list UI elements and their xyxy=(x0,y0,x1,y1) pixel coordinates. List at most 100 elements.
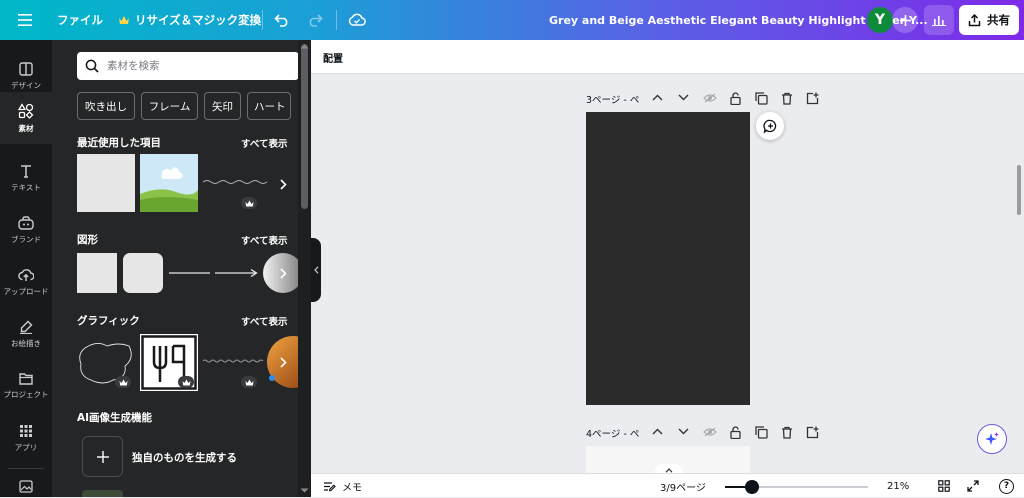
rail-label: デザイン xyxy=(11,80,41,90)
apps-icon xyxy=(19,424,33,438)
see-all-recent[interactable]: すべて表示 xyxy=(241,136,287,150)
help-button[interactable]: ? xyxy=(999,474,1014,498)
fullscreen-icon[interactable] xyxy=(967,474,979,498)
cloud-saved-icon[interactable] xyxy=(347,11,367,29)
grid-view-icon[interactable] xyxy=(938,474,950,498)
rail-label: テキスト xyxy=(11,182,41,192)
redo-icon[interactable] xyxy=(306,11,324,29)
share-upload-icon xyxy=(968,13,981,27)
rail-item-upload[interactable]: アップロード xyxy=(0,256,52,308)
search-box[interactable] xyxy=(77,52,299,80)
shape-line[interactable] xyxy=(169,271,210,275)
recent-item-square[interactable] xyxy=(77,154,135,212)
rail-label: アップロード xyxy=(3,286,49,296)
arrange-button[interactable]: 配置 xyxy=(323,50,343,65)
chip-frame[interactable]: フレーム xyxy=(141,92,198,120)
sparkle-icon xyxy=(984,431,1000,447)
file-menu-button[interactable]: ファイル xyxy=(57,0,103,40)
add-collaborator-button[interactable] xyxy=(892,7,918,33)
move-down-icon[interactable] xyxy=(678,94,689,101)
chip-arrow[interactable]: 矢印 xyxy=(204,92,241,120)
page-3-title[interactable]: 3ページ - ペ xyxy=(586,92,639,106)
shape-square[interactable] xyxy=(77,253,117,293)
help-icon: ? xyxy=(999,478,1014,494)
section-title-shapes: 図形 xyxy=(77,234,98,246)
avatar[interactable]: Y xyxy=(867,7,893,33)
page-4-title[interactable]: 4ページ - ペ xyxy=(586,426,639,440)
recent-next-button[interactable] xyxy=(272,164,294,204)
comment-plus-icon xyxy=(762,119,778,134)
rail-label: プロジェクト xyxy=(3,390,49,399)
rail-divider xyxy=(8,468,44,469)
premium-crown-icon xyxy=(115,376,131,388)
undo-icon[interactable] xyxy=(273,11,291,29)
bar-chart-icon xyxy=(932,14,946,26)
rail-item-elements[interactable]: 素材 xyxy=(0,92,52,144)
see-all-graphics[interactable]: すべて表示 xyxy=(241,314,287,328)
rail-item-apps[interactable]: アプリ xyxy=(0,412,52,464)
premium-crown-icon xyxy=(241,376,257,388)
resize-magic-label: リサイズ＆マジック変換 xyxy=(135,13,262,27)
chevron-up-icon xyxy=(665,467,673,473)
brand-icon xyxy=(18,215,34,230)
share-button[interactable]: 共有 xyxy=(959,5,1019,35)
search-input[interactable] xyxy=(107,60,287,72)
see-all-shapes[interactable]: すべて表示 xyxy=(241,233,287,247)
rail-label: アプリ xyxy=(14,442,38,452)
ai-generate-label[interactable]: 独自のものを生成する xyxy=(132,450,237,465)
panel-scrollbar-thumb[interactable] xyxy=(301,44,308,209)
notes-button[interactable]: メモ xyxy=(323,474,362,498)
divider xyxy=(336,10,337,30)
left-rail: デザイン 素材 テキスト ブランド アップロード お絵描き プロジェクト アプリ xyxy=(0,40,52,497)
rail-item-projects[interactable]: プロジェクト xyxy=(0,360,52,412)
scroll-up-icon[interactable] xyxy=(300,44,309,49)
scroll-down-icon[interactable] xyxy=(300,488,309,493)
recent-item-wavy-line[interactable] xyxy=(203,176,269,188)
duplicate-icon[interactable] xyxy=(755,426,768,439)
graphics-next-button[interactable] xyxy=(272,342,294,382)
page-indicator[interactable]: 3/9ページ xyxy=(660,474,706,498)
add-page-icon[interactable] xyxy=(806,92,819,105)
context-toolbar: 配置 xyxy=(311,40,1024,74)
rail-item-draw[interactable]: お絵描き xyxy=(0,308,52,360)
menu-icon[interactable] xyxy=(16,11,34,29)
rail-item-brand[interactable]: ブランド xyxy=(0,204,52,256)
move-up-icon[interactable] xyxy=(652,94,663,101)
graphic-wavy-line[interactable] xyxy=(203,356,265,366)
shapes-next-button[interactable] xyxy=(272,253,294,293)
text-icon xyxy=(19,164,33,178)
duplicate-icon[interactable] xyxy=(755,92,768,105)
hide-icon[interactable] xyxy=(703,427,717,437)
move-down-icon[interactable] xyxy=(678,428,689,435)
chevron-right-icon xyxy=(279,356,287,368)
chip-heart[interactable]: ハート xyxy=(247,92,291,120)
move-up-icon[interactable] xyxy=(652,428,663,435)
trash-icon[interactable] xyxy=(781,92,793,105)
collapse-panel-button[interactable] xyxy=(311,238,321,302)
photo-icon[interactable] xyxy=(19,480,33,493)
rail-item-text[interactable]: テキスト xyxy=(0,152,52,204)
trash-icon[interactable] xyxy=(781,426,793,439)
insights-button[interactable] xyxy=(924,5,954,35)
ai-generate-button[interactable] xyxy=(82,436,123,477)
shape-rounded-square[interactable] xyxy=(123,253,163,293)
zoom-slider-handle[interactable] xyxy=(745,480,759,494)
design-page-3[interactable] xyxy=(586,112,750,405)
magic-assistant-button[interactable] xyxy=(977,424,1007,454)
recent-item-landscape[interactable] xyxy=(140,154,198,212)
add-page-icon[interactable] xyxy=(806,426,819,439)
lock-icon[interactable] xyxy=(730,92,741,105)
add-comment-button[interactable] xyxy=(756,112,784,140)
share-label: 共有 xyxy=(987,13,1010,27)
shape-arrow-line[interactable] xyxy=(215,268,258,278)
hide-icon[interactable] xyxy=(703,93,717,103)
section-title-graphics: グラフィック xyxy=(77,315,140,327)
ai-thumb-partial[interactable] xyxy=(82,490,123,497)
notes-icon xyxy=(323,481,336,492)
lock-icon[interactable] xyxy=(730,426,741,439)
canvas-scrollbar-thumb[interactable] xyxy=(1017,165,1021,215)
elements-panel: 吹き出し フレーム 矢印 ハート 最近使用した項目 すべて表示 図形 すべて表示… xyxy=(52,40,311,497)
chip-speech-bubble[interactable]: 吹き出し xyxy=(77,92,135,120)
zoom-percentage[interactable]: 21% xyxy=(887,474,909,498)
resize-magic-button[interactable]: リサイズ＆マジック変換 xyxy=(118,0,261,40)
